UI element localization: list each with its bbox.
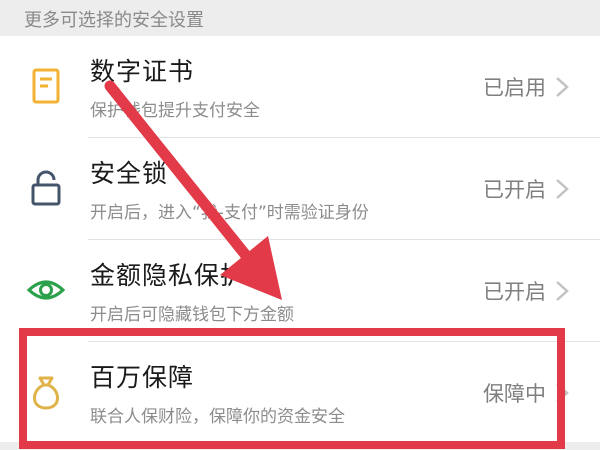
list-item-amount-privacy[interactable]: 金额隐私保护 开启后可隐藏钱包下方金额 已开启	[0, 240, 600, 341]
list-item-title: 百万保障	[90, 363, 195, 392]
list-item-title: 金额隐私保护	[90, 261, 247, 290]
list-item-security-lock[interactable]: 安全锁 开启后，进入“我-支付”时需验证身份 已开启	[0, 138, 600, 239]
eye-icon	[26, 280, 66, 300]
status-label: 保障中	[483, 382, 546, 406]
list-item-title: 安全锁	[90, 159, 169, 188]
status-label: 已开启	[483, 280, 546, 304]
certificate-icon	[32, 68, 60, 104]
list-item-digital-certificate[interactable]: 数字证书 保护钱包提升支付安全 已启用	[0, 36, 600, 137]
chevron-right-icon	[556, 281, 569, 301]
list-item-subtitle: 联合人保财险，保障你的资金安全	[90, 407, 345, 427]
chevron-right-icon	[556, 179, 569, 199]
list-item-million-guarantee[interactable]: 百万保障 联合人保财险，保障你的资金安全 保障中	[0, 342, 600, 443]
list-item-subtitle: 开启后可隐藏钱包下方金额	[90, 305, 294, 325]
chevron-right-icon	[556, 383, 569, 403]
list-item-subtitle: 开启后，进入“我-支付”时需验证身份	[90, 203, 369, 223]
list-item-title: 数字证书	[90, 57, 195, 86]
money-bag-icon	[33, 376, 59, 410]
section-header: 更多可选择的安全设置	[0, 0, 600, 36]
section-header-label: 更多可选择的安全设置	[24, 10, 204, 31]
bottom-strip	[0, 442, 600, 450]
chevron-right-icon	[556, 77, 569, 97]
status-label: 已开启	[483, 178, 546, 202]
security-settings-list: 数字证书 保护钱包提升支付安全 已启用 安全锁 开启后，进入“我-支付”时需验证…	[0, 36, 600, 443]
status-label: 已启用	[483, 76, 546, 100]
list-item-subtitle: 保护钱包提升支付安全	[90, 101, 260, 121]
lock-icon	[31, 170, 61, 206]
